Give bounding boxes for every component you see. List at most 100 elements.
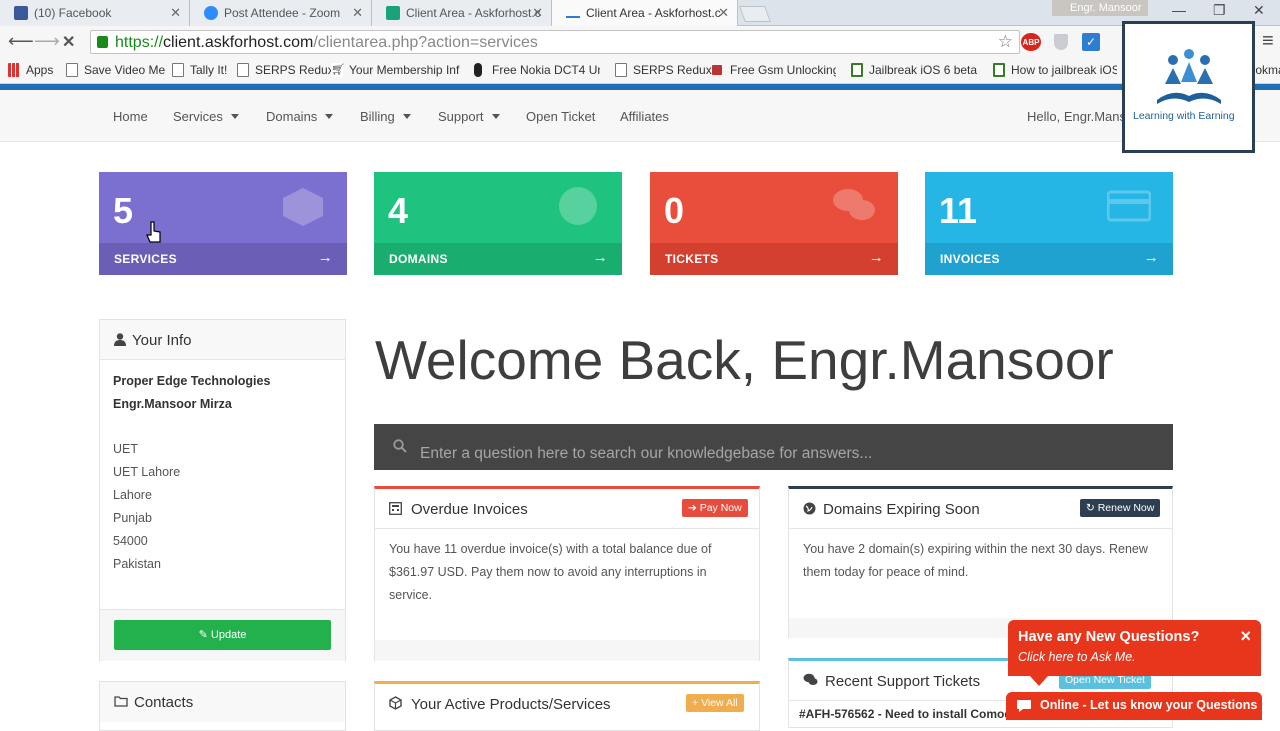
url-path: /clientarea.php?action=services: [313, 34, 538, 51]
your-info-header: Your Info: [100, 320, 345, 360]
forward-icon[interactable]: ⟶: [34, 31, 60, 52]
chat-online-label: Online - Let us know your Questions: [1040, 698, 1258, 712]
address-line: UET: [113, 442, 138, 456]
new-tab-button[interactable]: [739, 6, 771, 22]
arrow-right-icon: →: [592, 249, 608, 266]
panel-title: Overdue Invoices: [411, 501, 528, 518]
knowledgebase-search-input[interactable]: [374, 424, 1173, 470]
view-all-button[interactable]: + View All: [686, 694, 744, 712]
address-state: Punjab: [113, 511, 152, 525]
nav-label: Billing: [360, 109, 395, 124]
tab-client-area-1[interactable]: Client Area - Askforhost.c ✕: [372, 0, 552, 26]
panel-footer: [375, 640, 759, 661]
close-tab-icon[interactable]: ✕: [170, 5, 181, 21]
page-icon: [66, 63, 78, 77]
pay-now-button[interactable]: ➔ Pay Now: [682, 499, 748, 517]
tile-footer[interactable]: SERVICES →: [99, 243, 347, 275]
user-icon: [114, 333, 126, 346]
bookmark-item[interactable]: SERPS Redux: [237, 63, 334, 77]
tab-zoom[interactable]: Post Attendee - Zoom ✕: [190, 0, 372, 26]
nav-open-ticket[interactable]: Open Ticket: [526, 109, 595, 124]
tile-count: 4: [388, 190, 409, 231]
tile-footer[interactable]: DOMAINS →: [374, 243, 622, 275]
minimize-icon[interactable]: —: [1172, 2, 1186, 18]
nav-support[interactable]: Support: [438, 109, 500, 124]
bookmark-item[interactable]: Tally It!: [172, 63, 227, 77]
tile-domains[interactable]: 4 DOMAINS →: [374, 172, 622, 275]
arrow-right-icon: ➔: [688, 502, 700, 514]
lock-icon: [97, 36, 108, 48]
comments-icon: [833, 189, 875, 220]
adblock-icon[interactable]: ABP: [1021, 33, 1041, 51]
close-tab-icon[interactable]: ✕: [718, 5, 729, 21]
menu-icon[interactable]: ≡: [1262, 30, 1274, 53]
close-window-icon[interactable]: ✕: [1253, 2, 1265, 19]
bookmark-item[interactable]: Jailbreak iOS 6 beta 3: [851, 63, 981, 77]
refresh-icon: ↻: [1086, 502, 1098, 514]
address-country: Pakistan: [113, 557, 161, 571]
bookmark-item[interactable]: Save Video Me: [66, 63, 165, 77]
tile-label: DOMAINS: [389, 252, 448, 266]
tile-count: 5: [113, 190, 134, 231]
facebook-icon: [14, 6, 28, 20]
nav-home[interactable]: Home: [113, 109, 148, 124]
bookmark-label: Tally It!: [190, 63, 228, 77]
folder-icon: [114, 696, 128, 707]
ticket-link[interactable]: #AFH-576562 - Need to install Comodo: [799, 707, 1009, 721]
address-bar[interactable]: https://client.askforhost.com/clientarea…: [90, 30, 1020, 54]
bookmark-label: Your Membership Inf: [349, 63, 460, 77]
bookmark-item[interactable]: Free Gsm Unlocking: [712, 63, 836, 77]
panel-title: Your Info: [132, 332, 192, 349]
bookmark-item[interactable]: SERPS Redux: [615, 63, 712, 77]
tile-footer[interactable]: INVOICES →: [925, 243, 1173, 275]
stop-icon[interactable]: ✕: [62, 32, 75, 52]
nav-billing[interactable]: Billing: [360, 109, 411, 124]
tile-footer[interactable]: TICKETS →: [650, 243, 898, 275]
page-icon: [237, 63, 249, 77]
chat-invite-bubble[interactable]: Have any New Questions? Click here to As…: [1008, 620, 1261, 676]
restore-icon[interactable]: ❐: [1213, 2, 1226, 19]
bookmark-apps[interactable]: Apps: [8, 63, 53, 77]
caret-down-icon: [325, 114, 334, 119]
tab-client-area-active[interactable]: Client Area - Askforhost.c ✕: [552, 0, 738, 26]
nav-services[interactable]: Services: [173, 109, 239, 124]
url-scheme: https://: [115, 34, 164, 51]
tab-facebook[interactable]: (10) Facebook ✕: [0, 0, 190, 26]
page-icon: [615, 63, 627, 77]
shield-icon[interactable]: [1054, 34, 1068, 50]
bookmark-item[interactable]: How to jailbreak iOS: [993, 63, 1117, 77]
image-icon: [993, 63, 1005, 77]
update-button[interactable]: ✎ Update: [114, 620, 331, 650]
contacts-panel: Contacts: [99, 681, 346, 731]
window-user-name: Engr. Mansoor: [1070, 2, 1142, 14]
chat-pointer: [1030, 676, 1048, 686]
tile-label: INVOICES: [940, 252, 1000, 266]
panel-title: Domains Expiring Soon: [823, 501, 980, 518]
window-user-badge[interactable]: Engr. Mansoor: [1052, 0, 1148, 16]
bookmark-label: Free Gsm Unlocking: [730, 63, 836, 77]
arrow-right-icon: →: [1143, 249, 1159, 266]
arrow-right-icon: →: [868, 249, 884, 266]
tile-invoices[interactable]: 11 INVOICES →: [925, 172, 1173, 275]
close-icon[interactable]: ×: [1240, 626, 1251, 647]
zoom-icon: [204, 6, 218, 20]
cube-icon: [283, 188, 323, 226]
close-tab-icon[interactable]: ✕: [352, 5, 363, 21]
chat-online-bar[interactable]: Online - Let us know your Questions: [1006, 692, 1262, 720]
tile-tickets[interactable]: 0 TICKETS →: [650, 172, 898, 275]
nav-affiliates[interactable]: Affiliates: [620, 109, 669, 124]
button-label: View All: [701, 697, 738, 709]
hand-cursor-icon: [146, 221, 161, 243]
nav-domains[interactable]: Domains: [266, 109, 334, 124]
renew-now-button[interactable]: ↻ Renew Now: [1080, 499, 1161, 517]
star-icon[interactable]: ☆: [998, 32, 1013, 52]
bookmark-item[interactable]: 🛒︎ Your Membership Inf: [331, 63, 461, 77]
bookmark-item[interactable]: Free Nokia DCT4 Unl: [474, 63, 600, 77]
nav-label: Services: [173, 109, 223, 124]
back-icon[interactable]: ⟵: [8, 31, 34, 52]
check-extension-icon[interactable]: ✓: [1082, 33, 1100, 51]
loading-icon: [566, 8, 580, 18]
close-tab-icon[interactable]: ✕: [532, 5, 543, 21]
calculator-icon: [389, 502, 402, 515]
tile-services[interactable]: 5 SERVICES →: [99, 172, 347, 275]
